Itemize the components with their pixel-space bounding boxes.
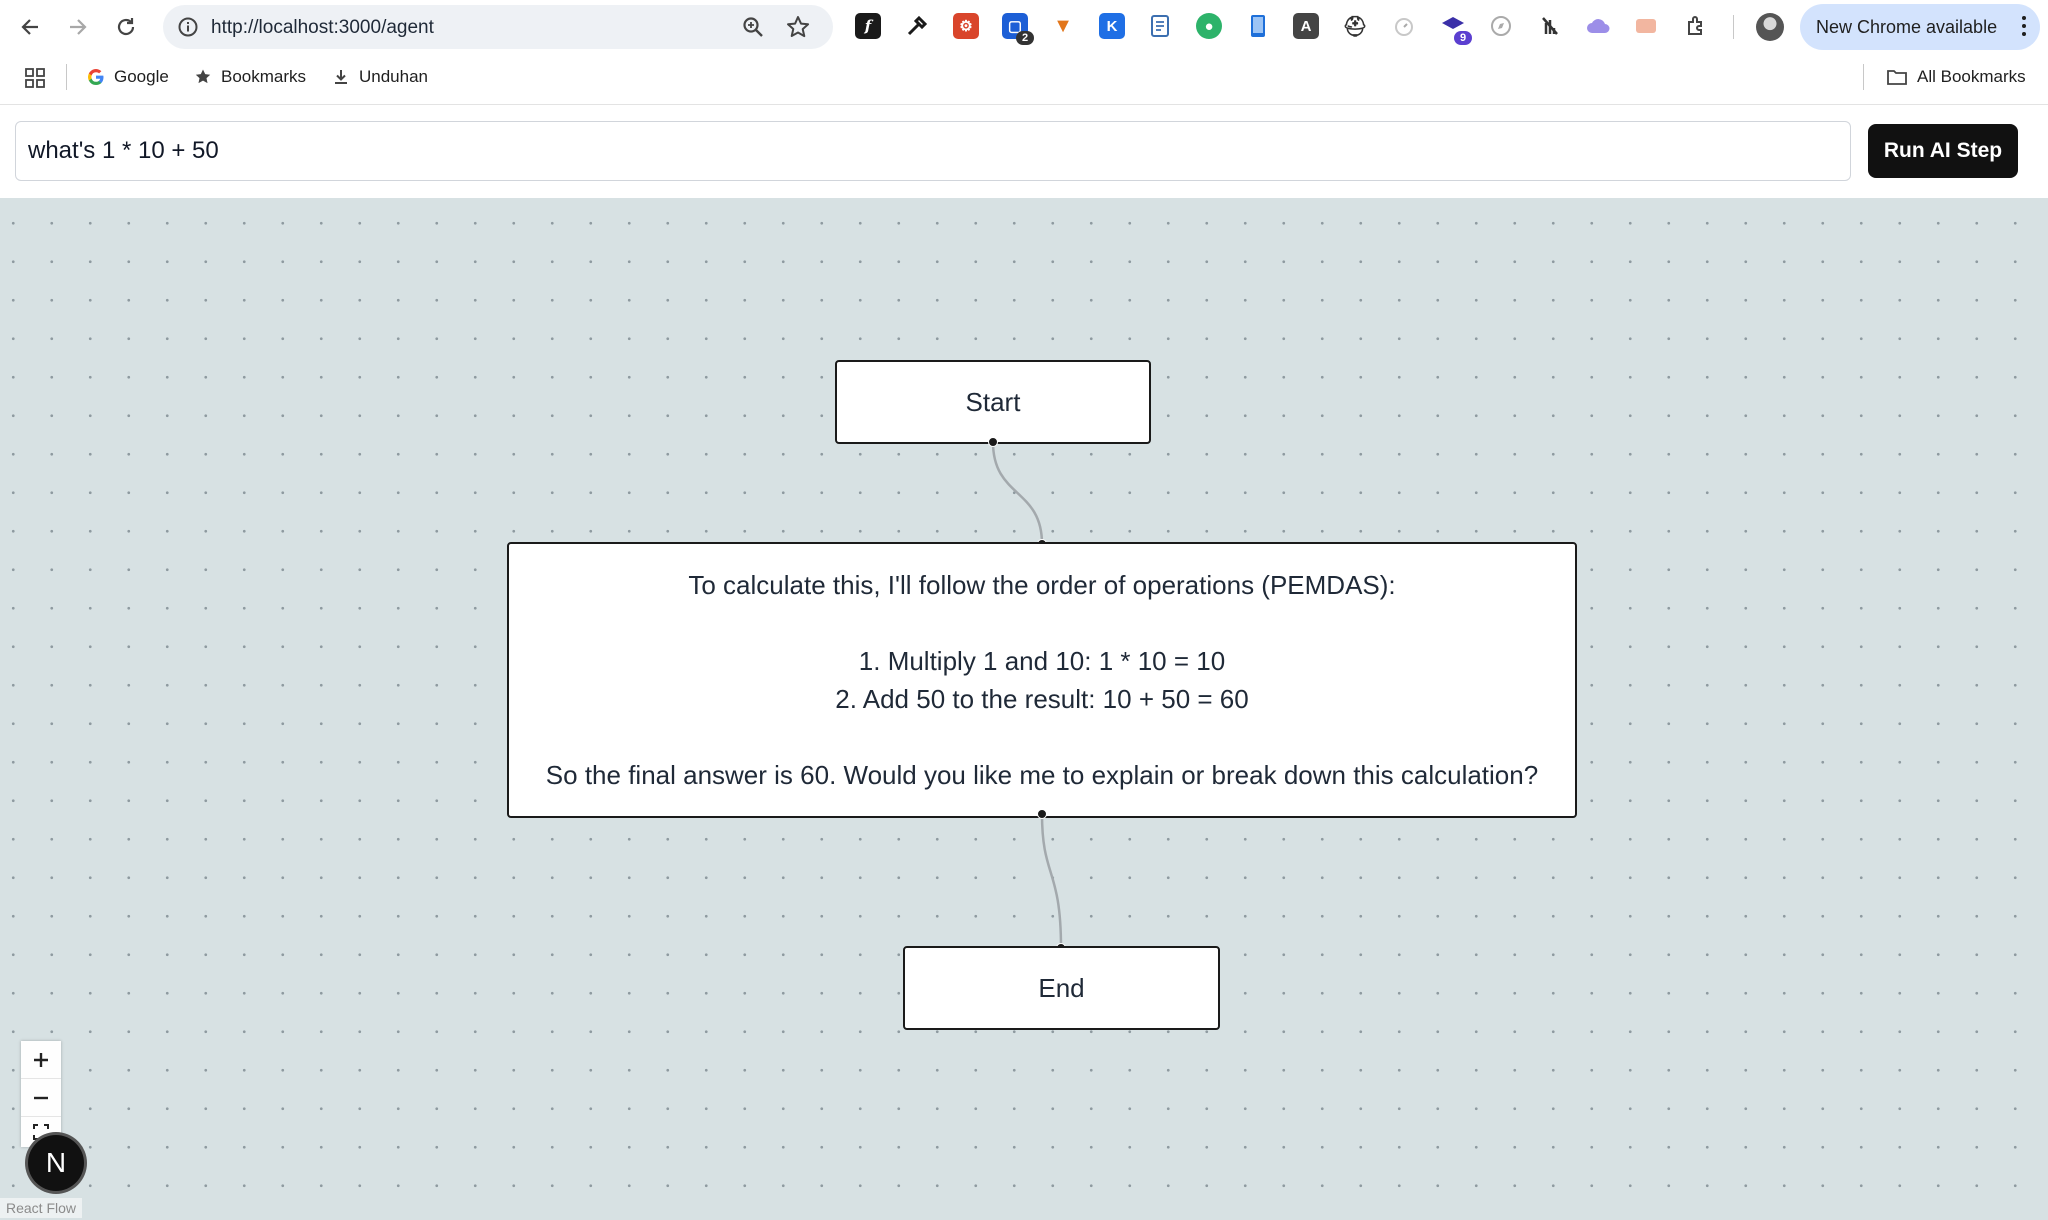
star-icon: [195, 69, 211, 84]
frog-extension-icon[interactable]: ●: [1196, 13, 1222, 39]
download-icon: [335, 70, 347, 84]
zoom-in-button[interactable]: [21, 1041, 61, 1079]
new-chrome-update-button[interactable]: New Chrome available: [1800, 4, 2040, 50]
back-arrow-icon: [21, 19, 38, 35]
response-node-text: To calculate this, I'll follow the order…: [545, 570, 1539, 790]
bookmark-unduhan[interactable]: Unduhan: [332, 67, 428, 87]
flow-canvas[interactable]: Start To calculate this, I'll follow the…: [0, 198, 2048, 1220]
k-extension-icon[interactable]: K: [1099, 13, 1125, 39]
app-header: Run AI Step: [0, 105, 2048, 198]
start-node-label: Start: [965, 386, 1021, 417]
edge-start-to-response[interactable]: [991, 441, 1044, 545]
site-info-icon[interactable]: [177, 16, 199, 38]
address-bar[interactable]: http://localhost:3000/agent: [163, 5, 833, 49]
bookmark-google[interactable]: Google: [87, 67, 169, 87]
flow-controls: [21, 1041, 61, 1147]
tag-extension-icon[interactable]: [1634, 13, 1660, 39]
response-source-handle[interactable]: [1037, 809, 1047, 819]
bookmark-bookmarks[interactable]: Bookmarks: [194, 67, 306, 87]
menu-kebab-icon[interactable]: [2022, 16, 2026, 40]
eyedropper-extension-icon[interactable]: [904, 13, 930, 39]
reload-button[interactable]: [109, 10, 143, 44]
start-source-handle[interactable]: [988, 437, 998, 447]
react-flow-attribution[interactable]: React Flow: [0, 1198, 83, 1218]
bookmark-star-icon[interactable]: [785, 14, 811, 40]
document-extension-icon[interactable]: [1147, 13, 1173, 39]
no-tracking-extension-icon[interactable]: [1537, 13, 1563, 39]
folder-icon: [1887, 70, 1907, 85]
copy-extension-icon[interactable]: ▢ 2: [1002, 13, 1034, 45]
prompt-input[interactable]: [15, 121, 1851, 181]
start-node[interactable]: Start: [835, 360, 1151, 444]
update-label: New Chrome available: [1816, 17, 1998, 37]
bookmark-label: Unduhan: [359, 67, 429, 86]
extensions-puzzle-icon[interactable]: [1683, 13, 1709, 39]
zoom-icon[interactable]: [741, 15, 765, 39]
metamask-fox-icon[interactable]: ▼: [1050, 13, 1076, 39]
bookmark-label: Bookmarks: [221, 67, 307, 86]
end-node[interactable]: End: [903, 946, 1220, 1030]
browser-toolbar: http://localhost:3000/agent f ⚙ ▢ 2 ▼ K ●…: [0, 0, 2048, 54]
edge-response-to-end[interactable]: [1040, 813, 1063, 949]
toolbar-divider: [1733, 15, 1734, 39]
nextjs-dev-badge[interactable]: N: [28, 1135, 84, 1191]
cloud-extension-icon[interactable]: [1586, 13, 1612, 39]
zoom-out-button[interactable]: [21, 1079, 61, 1117]
spy-extension-icon[interactable]: ⛑: [1342, 13, 1368, 39]
run-ai-step-button[interactable]: Run AI Step: [1868, 124, 2018, 178]
extension-badge: 2: [1016, 31, 1034, 45]
puzzle-game-extension-icon[interactable]: ⚙: [953, 13, 979, 39]
reload-icon: [117, 18, 135, 36]
compass-extension-icon[interactable]: [1488, 13, 1514, 39]
back-button[interactable]: [13, 10, 47, 44]
end-node-label: End: [1038, 972, 1085, 1003]
google-icon: [88, 69, 104, 85]
apps-grid-icon: [25, 68, 45, 88]
fx-extension-icon[interactable]: f: [855, 13, 881, 39]
all-bookmarks-button[interactable]: All Bookmarks: [1886, 67, 2026, 87]
extension-badge: 9: [1454, 31, 1472, 45]
zoom-in-icon: [34, 1052, 48, 1067]
profile-avatar[interactable]: [1756, 13, 1784, 41]
phone-extension-icon[interactable]: [1245, 13, 1271, 39]
bookmarks-divider: [66, 64, 67, 90]
bookmarks-divider: [1863, 64, 1864, 90]
response-node[interactable]: To calculate this, I'll follow the order…: [507, 542, 1577, 818]
font-extension-icon[interactable]: A: [1293, 13, 1319, 39]
url-text: http://localhost:3000/agent: [211, 17, 434, 38]
bookmark-label: Google: [114, 67, 169, 86]
zoom-out-icon: [34, 1096, 48, 1099]
badge-letter: N: [45, 1147, 67, 1178]
bookmarks-bar: Google Bookmarks Unduhan All Bookmarks: [0, 54, 2048, 105]
apps-grid-button[interactable]: [24, 67, 46, 89]
graduation-cap-extension-icon[interactable]: 9: [1440, 13, 1472, 45]
forward-arrow-icon: [70, 19, 87, 35]
timer-extension-icon[interactable]: [1391, 13, 1417, 39]
forward-button[interactable]: [61, 10, 95, 44]
all-bookmarks-label: All Bookmarks: [1917, 67, 2026, 86]
